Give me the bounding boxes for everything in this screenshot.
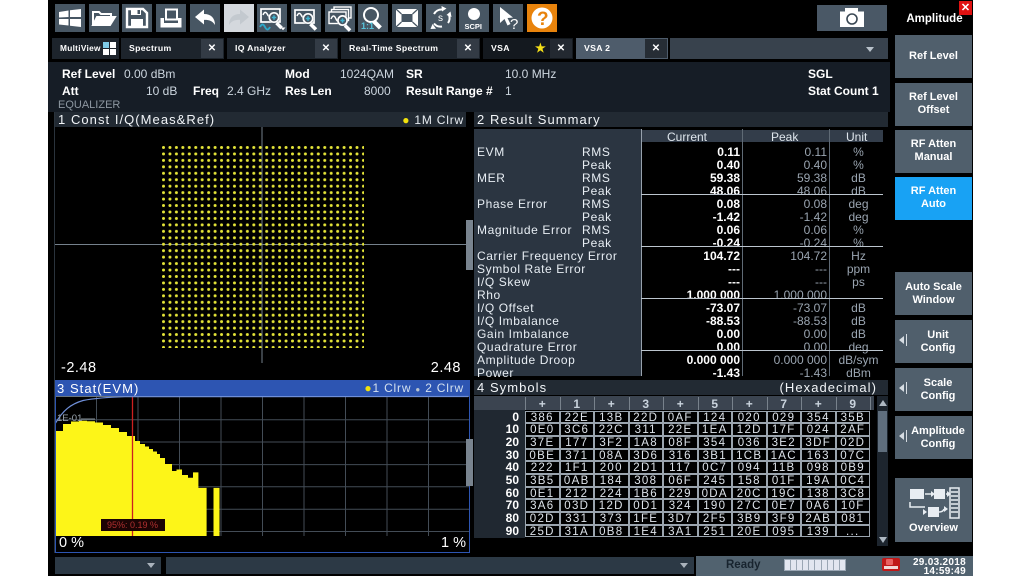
svg-text:?: ? [537,9,549,30]
svg-text:s: s [438,13,443,24]
svg-text:?: ? [510,16,518,32]
svg-text:1:1: 1:1 [361,21,374,31]
svg-text:SCPI: SCPI [465,22,483,31]
